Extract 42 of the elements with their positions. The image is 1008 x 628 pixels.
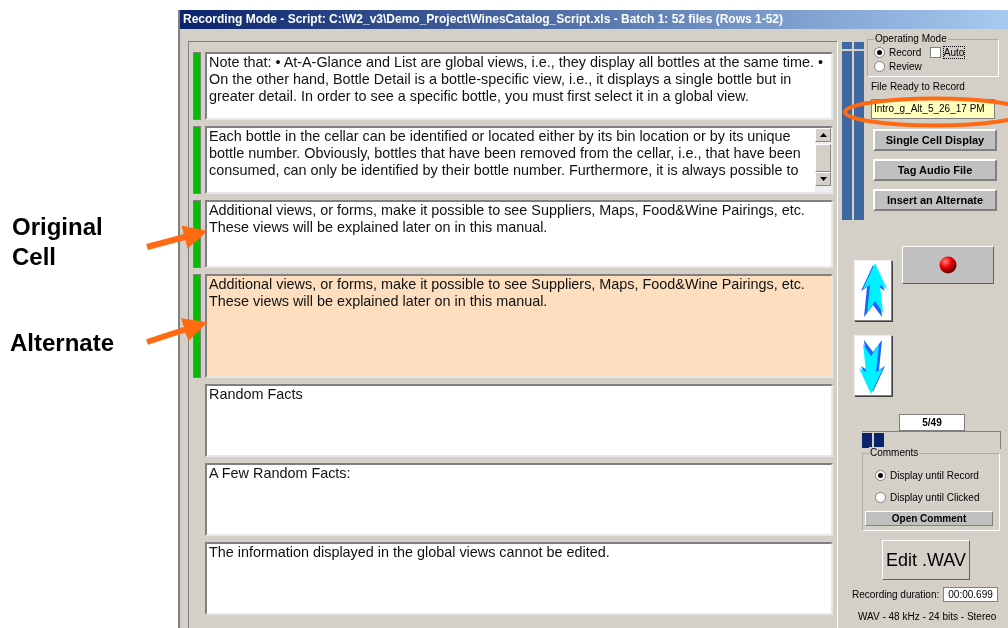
radio-label[interactable]: Display until Record [890, 469, 979, 481]
scroll-up-icon [819, 133, 827, 137]
text-cell[interactable]: A Few Random Facts: [205, 463, 833, 536]
counter-field: 5/49 [899, 414, 965, 431]
next-button[interactable] [854, 335, 892, 396]
checkbox[interactable] [929, 46, 941, 58]
radio-button[interactable] [874, 60, 885, 72]
text-cell[interactable]: Additional views, or forms, make it possible to see Suppliers, Maps, Food&Wine Pairings, etc. These views will be explained later on in this manual. [205, 274, 833, 378]
scrollbar[interactable] [815, 128, 831, 192]
up-arrow-icon [858, 262, 888, 319]
radio-label[interactable]: Display until Clicked [890, 491, 980, 503]
action-button[interactable]: Tag Audio File [873, 159, 997, 181]
action-button[interactable]: Single Cell Display [873, 129, 997, 151]
text-cell[interactable]: The information displayed in the global views cannot be edited. [205, 542, 833, 615]
duration-label: Recording duration: [852, 589, 940, 600]
callout-label: Alternate [10, 328, 115, 358]
radio-button[interactable] [875, 469, 886, 481]
radio-button[interactable] [874, 46, 885, 58]
text-cell[interactable]: Each bottle in the cellar can be identified or located either by its bin location or by its unique bottle number. Obviously, bottles that have been removed from the cellar, i.e., that have been consumed, can only be identified by their bottle number. Furthermore, it is always possible to [205, 126, 833, 194]
checkbox-label[interactable]: Auto [943, 46, 965, 58]
audio-format-text: WAV - 48 kHz - 24 bits - Stereo [858, 611, 998, 622]
callout-arrow [146, 225, 208, 250]
group-title: File Ready to Record [871, 81, 966, 93]
edit-wav-button[interactable]: Edit .WAV [882, 540, 970, 580]
duration-field: 00:00.699 [943, 587, 998, 602]
radio-label[interactable]: Review [889, 60, 922, 72]
text-cell[interactable]: Note that: • At-A-Glance and List are global views, i.e., they display all bottles at the same time. • On the other hand, Bottle Detail is a bottle-specific view, i.e., it displays a single bottle but in greater detail. In order to see a specific bottle, you must first select it in a global view. [205, 52, 833, 120]
action-button[interactable]: Insert an Alternate [873, 189, 997, 211]
scroll-down-icon [819, 177, 827, 181]
group-title: Operating Mode [874, 33, 948, 45]
radio-button[interactable] [875, 491, 886, 503]
record-dot-icon [939, 256, 957, 274]
record-button[interactable] [902, 246, 994, 284]
open-comment-button[interactable]: Open Comment [865, 511, 993, 526]
callout-label: Original Cell [12, 212, 104, 272]
text-cell[interactable]: Additional views, or forms, make it possible to see Suppliers, Maps, Food&Wine Pairings, etc. These views will be explained later on in this manual. [205, 200, 833, 268]
previous-button[interactable] [854, 260, 892, 321]
text-cell[interactable]: Random Facts [205, 384, 833, 457]
callout-arrow [146, 318, 208, 345]
window-title: Recording Mode - Script: C:\W2_v3\Demo_Project\WinesCatalog_Script.xls - Batch 1: 52 files (Rows 1-52) [180, 10, 1008, 29]
group-title: Comments [869, 447, 920, 459]
radio-label[interactable]: Record [889, 46, 922, 58]
